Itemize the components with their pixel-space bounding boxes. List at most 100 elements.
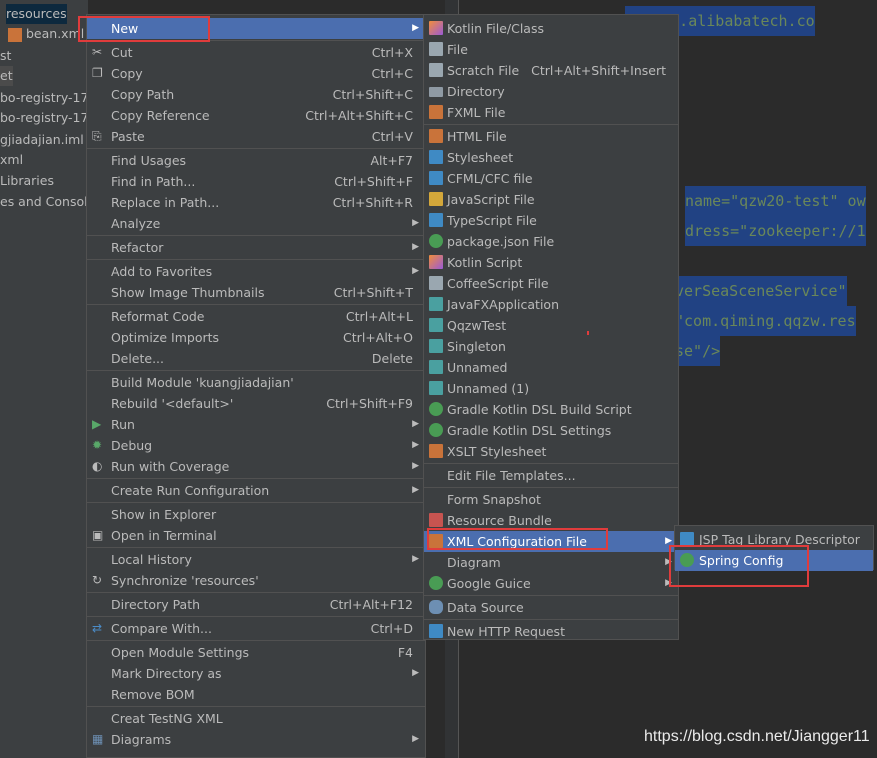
menu-item-replace-in-path[interactable]: Replace in Path... Ctrl+Shift+R xyxy=(87,192,425,213)
menu-item-add-to-favorites[interactable]: Add to Favorites ▶ xyxy=(87,261,425,282)
menu-item-javascript-file[interactable]: JavaScript File xyxy=(424,189,678,210)
menu-item-cfml-cfc-file[interactable]: CFML/CFC file xyxy=(424,168,678,189)
menu-item-create-run-configuration[interactable]: Create Run Configuration ▶ xyxy=(87,480,425,501)
menu-item-compare-with[interactable]: ⇄ Compare With... Ctrl+D xyxy=(87,618,425,639)
typescript-icon xyxy=(429,213,443,227)
menu-item-copy-reference[interactable]: Copy Reference Ctrl+Alt+Shift+C xyxy=(87,105,425,126)
menu-item-remove-bom[interactable]: Remove BOM xyxy=(87,684,425,705)
tree-item[interactable]: resources xyxy=(6,4,67,24)
menu-separator xyxy=(87,40,425,41)
menu-item-javafxapplication[interactable]: JavaFXApplication xyxy=(424,294,678,315)
html-icon xyxy=(429,129,443,143)
menu-item-shortcut: Ctrl+Shift+F9 xyxy=(326,396,413,411)
tree-item[interactable]: gjiadajian.iml xyxy=(0,130,84,150)
menu-item-data-source[interactable]: Data Source xyxy=(424,597,678,618)
folder-icon xyxy=(429,87,443,97)
menu-item-directory-path[interactable]: Directory Path Ctrl+Alt+F12 xyxy=(87,594,425,615)
menu-item-find-in-path[interactable]: Find in Path... Ctrl+Shift+F xyxy=(87,171,425,192)
menu-item-fxml-file[interactable]: FXML File xyxy=(424,102,678,123)
menu-item-edit-file-templates[interactable]: Edit File Templates... xyxy=(424,465,678,486)
menu-item-analyze[interactable]: Analyze ▶ xyxy=(87,213,425,234)
terminal-icon: ▣ xyxy=(92,528,104,542)
tree-item[interactable]: Libraries xyxy=(0,171,54,191)
menu-item-diagram[interactable]: Diagram ▶ xyxy=(424,552,678,573)
code-line[interactable]: verSeaSceneService" xyxy=(675,276,847,306)
menu-item-kotlin-file-class[interactable]: Kotlin File/Class xyxy=(424,18,678,39)
menu-item-build-module-kuangjiadajian[interactable]: Build Module 'kuangjiadajian' xyxy=(87,372,425,393)
submenu-arrow-icon: ▶ xyxy=(412,218,419,228)
code-line[interactable]: dress="zookeeper://1 xyxy=(685,216,866,246)
menu-item-open-module-settings[interactable]: Open Module Settings F4 xyxy=(87,642,425,663)
menu-item-coffeescript-file[interactable]: CoffeeScript File xyxy=(424,273,678,294)
menu-item-cut[interactable]: ✂ Cut Ctrl+X xyxy=(87,42,425,63)
menu-item-optimize-imports[interactable]: Optimize Imports Ctrl+Alt+O xyxy=(87,327,425,348)
menu-item-label: Gradle Kotlin DSL Build Script xyxy=(447,402,632,417)
menu-item-synchronize-resources[interactable]: ↻ Synchronize 'resources' xyxy=(87,570,425,591)
menu-item-new-http-request[interactable]: New HTTP Request xyxy=(424,621,678,642)
tree-item[interactable]: xml xyxy=(0,150,23,170)
tree-item[interactable]: et xyxy=(0,66,13,86)
menu-item-typescript-file[interactable]: TypeScript File xyxy=(424,210,678,231)
menu-item-label: Delete... xyxy=(111,351,164,366)
menu-item-label: Copy Reference xyxy=(111,108,210,123)
code-line[interactable]: se"/> xyxy=(675,336,721,366)
menu-item-label: Cut xyxy=(111,45,133,60)
tree-item[interactable]: es and Consoles xyxy=(0,192,88,212)
menu-item-label: Show Image Thumbnails xyxy=(111,285,265,300)
menu-item-singleton[interactable]: Singleton xyxy=(424,336,678,357)
menu-item-show-in-explorer[interactable]: Show in Explorer xyxy=(87,504,425,525)
menu-item-gradle-kotlin-dsl-build-script[interactable]: Gradle Kotlin DSL Build Script xyxy=(424,399,678,420)
menu-item-file[interactable]: File xyxy=(424,39,678,60)
code-line[interactable]: name="qzw20-test" ow xyxy=(685,186,866,216)
menu-item-reformat-code[interactable]: Reformat Code Ctrl+Alt+L xyxy=(87,306,425,327)
menu-item-new[interactable]: New ▶ xyxy=(87,18,425,39)
menu-item-unnamed[interactable]: Unnamed xyxy=(424,357,678,378)
menu-item-run-with-coverage[interactable]: ◐ Run with Coverage ▶ xyxy=(87,456,425,477)
menu-item-spring-config[interactable]: Spring Config xyxy=(675,550,873,571)
menu-item-scratch-file[interactable]: Scratch File Ctrl+Alt+Shift+Insert xyxy=(424,60,678,81)
menu-item-refactor[interactable]: Refactor ▶ xyxy=(87,237,425,258)
menu-item-show-image-thumbnails[interactable]: Show Image Thumbnails Ctrl+Shift+T xyxy=(87,282,425,303)
menu-item-creat-testng-xml[interactable]: Creat TestNG XML xyxy=(87,708,425,729)
menu-item-google-guice[interactable]: Google Guice ▶ xyxy=(424,573,678,594)
menu-item-rebuild-default[interactable]: Rebuild '<default>' Ctrl+Shift+F9 xyxy=(87,393,425,414)
menu-item-debug[interactable]: ✹ Debug ▶ xyxy=(87,435,425,456)
paste-icon: ⎘ xyxy=(92,129,102,143)
menu-item-open-in-terminal[interactable]: ▣ Open in Terminal xyxy=(87,525,425,546)
menu-item-directory[interactable]: Directory xyxy=(424,81,678,102)
menu-item-local-history[interactable]: Local History ▶ xyxy=(87,549,425,570)
menu-item-label: New xyxy=(111,21,139,36)
menu-item-label: JSP Tag Library Descriptor xyxy=(699,532,860,547)
menu-item-gradle-kotlin-dsl-settings[interactable]: Gradle Kotlin DSL Settings xyxy=(424,420,678,441)
menu-item-shortcut: Delete xyxy=(371,351,413,366)
menu-item-kotlin-script[interactable]: Kotlin Script xyxy=(424,252,678,273)
menu-item-form-snapshot[interactable]: Form Snapshot xyxy=(424,489,678,510)
menu-item-xslt-stylesheet[interactable]: XSLT Stylesheet xyxy=(424,441,678,462)
menu-item-delete[interactable]: Delete... Delete xyxy=(87,348,425,369)
tree-item[interactable]: bean.xml xyxy=(26,24,84,44)
menu-item-diagrams[interactable]: ▦ Diagrams ▶ xyxy=(87,729,425,750)
kotlin-file-icon xyxy=(429,21,443,35)
menu-item-unnamed-1[interactable]: Unnamed (1) xyxy=(424,378,678,399)
menu-item-copy-path[interactable]: Copy Path Ctrl+Shift+C xyxy=(87,84,425,105)
tree-item[interactable]: bo-registry-172 xyxy=(0,108,88,128)
menu-item-jsp-tag-library-descriptor[interactable]: JSP Tag Library Descriptor xyxy=(675,529,873,550)
menu-item-resource-bundle[interactable]: Resource Bundle xyxy=(424,510,678,531)
code-line[interactable]: "com.qiming.qqzw.res xyxy=(675,306,856,336)
menu-item-copy[interactable]: ❐ Copy Ctrl+C xyxy=(87,63,425,84)
menu-item-paste[interactable]: ⎘ Paste Ctrl+V xyxy=(87,126,425,147)
tree-item[interactable]: st xyxy=(0,46,11,66)
menu-item-stylesheet[interactable]: Stylesheet xyxy=(424,147,678,168)
menu-item-package-json-file[interactable]: package.json File xyxy=(424,231,678,252)
menu-item-label: Copy Path xyxy=(111,87,175,102)
menu-item-qqzwtest[interactable]: QqzwTest xyxy=(424,315,678,336)
menu-item-run[interactable]: ▶ Run ▶ xyxy=(87,414,425,435)
menu-item-xml-configuration-file[interactable]: XML Configuration File ▶ xyxy=(424,531,678,552)
menu-item-find-usages[interactable]: Find Usages Alt+F7 xyxy=(87,150,425,171)
menu-item-mark-directory-as[interactable]: Mark Directory as ▶ xyxy=(87,663,425,684)
menu-item-label: Google Guice xyxy=(447,576,531,591)
menu-item-shortcut: Ctrl+C xyxy=(371,66,413,81)
menu-item-html-file[interactable]: HTML File xyxy=(424,126,678,147)
cut-icon: ✂ xyxy=(92,45,103,59)
tree-item[interactable]: bo-registry-172 xyxy=(0,88,88,108)
